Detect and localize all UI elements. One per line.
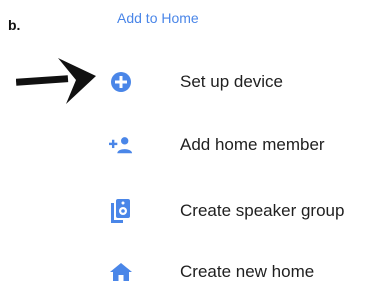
menu-item-create-speaker-group[interactable]: Create speaker group	[100, 191, 362, 231]
menu-item-label: Create speaker group	[180, 201, 345, 220]
section-header-add-to-home: Add to Home	[117, 10, 199, 26]
menu-item-set-up-device[interactable]: Set up device	[100, 62, 362, 102]
panel-label: b.	[8, 17, 21, 33]
menu-item-create-new-home[interactable]: Create new home	[100, 252, 362, 292]
arrow-right-icon	[16, 58, 96, 104]
menu-item-label: Add home member	[180, 135, 325, 154]
home-icon	[109, 260, 133, 284]
menu-item-label: Set up device	[180, 72, 284, 91]
menu-item-add-home-member[interactable]: Add home member	[100, 125, 362, 165]
menu-item-label: Create new home	[180, 262, 315, 281]
add-person-icon	[109, 133, 133, 157]
plus-circle-icon	[109, 70, 133, 94]
speaker-icon	[109, 199, 133, 223]
